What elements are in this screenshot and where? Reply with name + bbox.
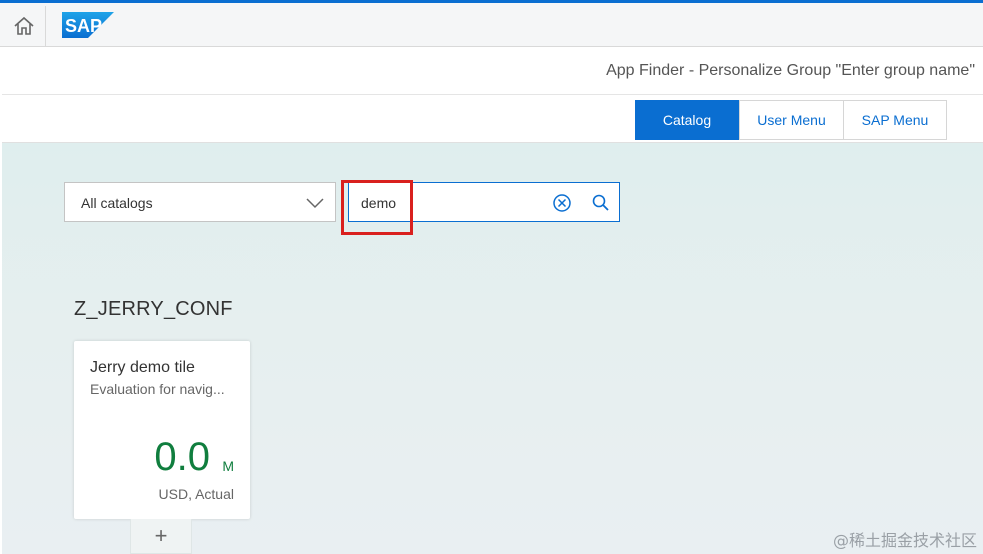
- sap-logo-text: SAP: [65, 16, 102, 36]
- catalog-select[interactable]: All catalogs: [64, 182, 336, 222]
- add-tile-button[interactable]: +: [130, 519, 192, 554]
- clear-circle-icon[interactable]: [552, 193, 572, 213]
- tile-kpi-unit: M: [222, 458, 234, 474]
- page-title: App Finder - Personalize Group "Enter gr…: [606, 62, 975, 79]
- home-icon: [13, 16, 34, 35]
- watermark: @稀土掘金技术社区: [832, 531, 977, 550]
- shell-header: SAP: [0, 3, 983, 47]
- group-title: Z_JERRY_CONF: [74, 298, 233, 320]
- search-icon[interactable]: [591, 193, 611, 213]
- search-input-value: demo: [361, 195, 397, 211]
- home-button[interactable]: [2, 6, 46, 46]
- tab-user-menu[interactable]: User Menu: [739, 100, 844, 140]
- app-tile[interactable]: Jerry demo tile Evaluation for navig... …: [74, 341, 250, 519]
- tile-footer: USD, Actual: [158, 486, 234, 502]
- tile-title: Jerry demo tile: [90, 359, 195, 376]
- sap-logo[interactable]: SAP: [62, 12, 114, 38]
- chevron-down-icon: [306, 198, 324, 209]
- tile-kpi-value: 0.0: [154, 435, 210, 479]
- search-input[interactable]: demo: [348, 182, 620, 222]
- tab-sap-menu[interactable]: SAP Menu: [843, 100, 947, 140]
- catalog-select-value: All catalogs: [81, 195, 153, 211]
- tab-catalog[interactable]: Catalog: [635, 100, 739, 140]
- title-bar: App Finder - Personalize Group "Enter gr…: [2, 47, 983, 95]
- tile-subtitle: Evaluation for navig...: [90, 381, 225, 397]
- tab-bar: Catalog User Menu SAP Menu: [2, 95, 983, 143]
